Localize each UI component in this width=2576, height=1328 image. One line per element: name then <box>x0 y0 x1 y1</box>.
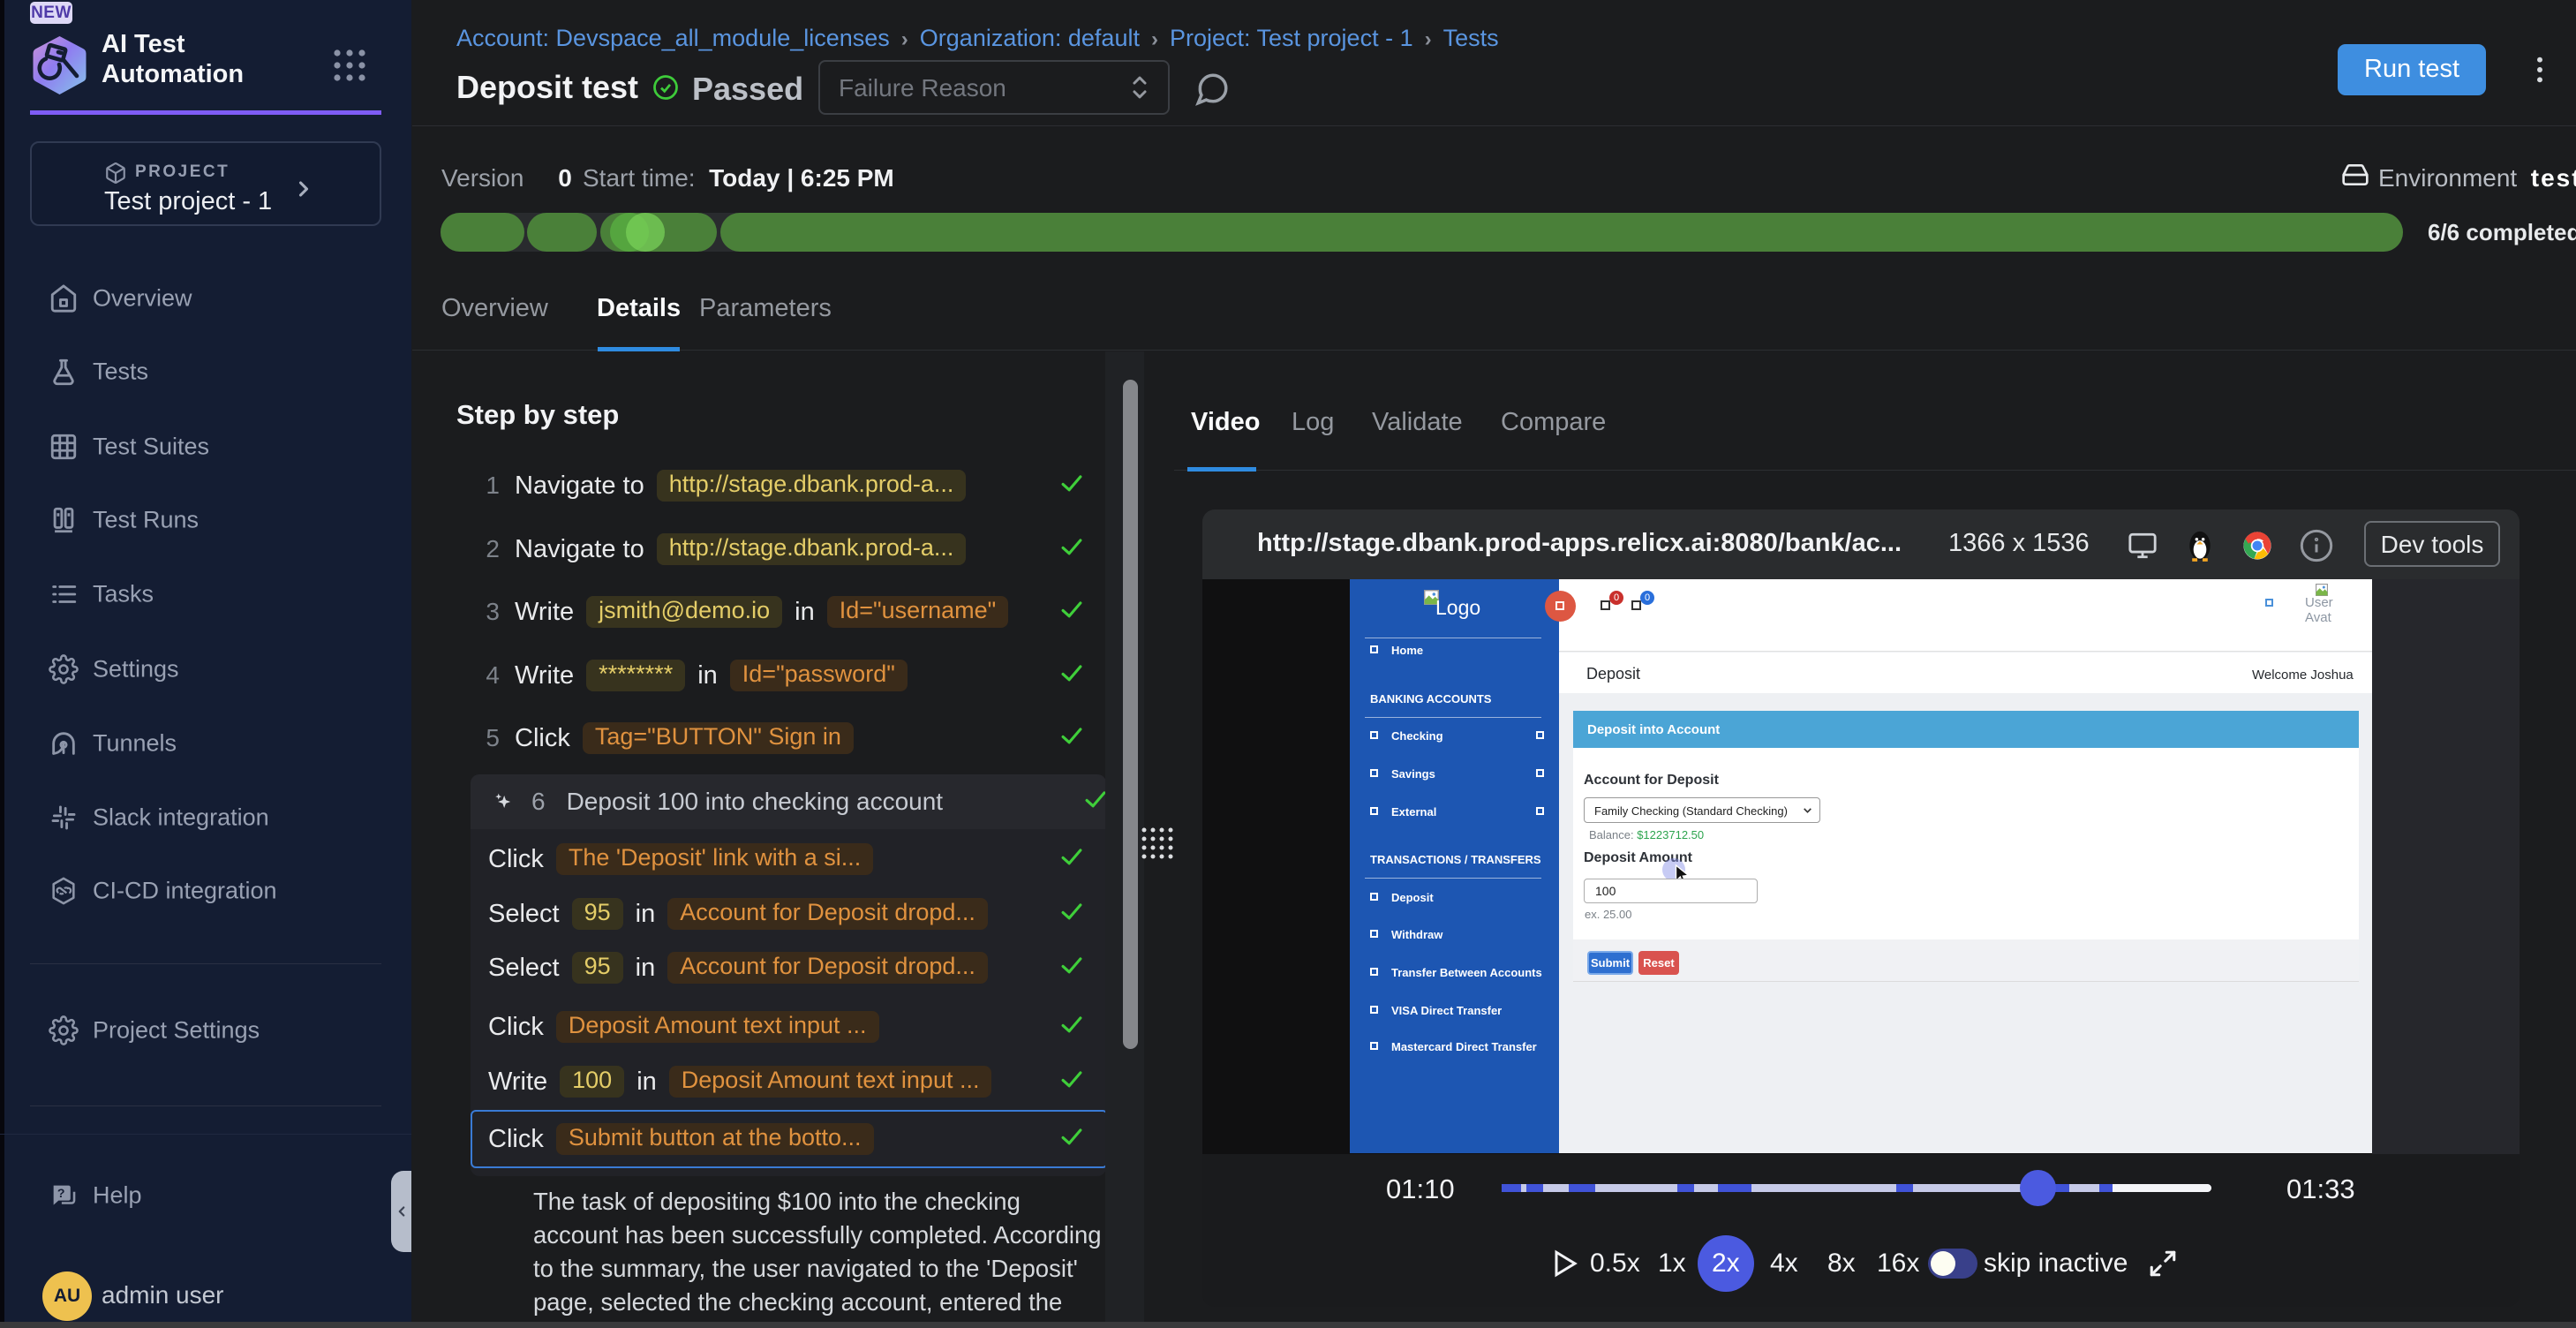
svg-text:?: ? <box>57 1187 65 1201</box>
